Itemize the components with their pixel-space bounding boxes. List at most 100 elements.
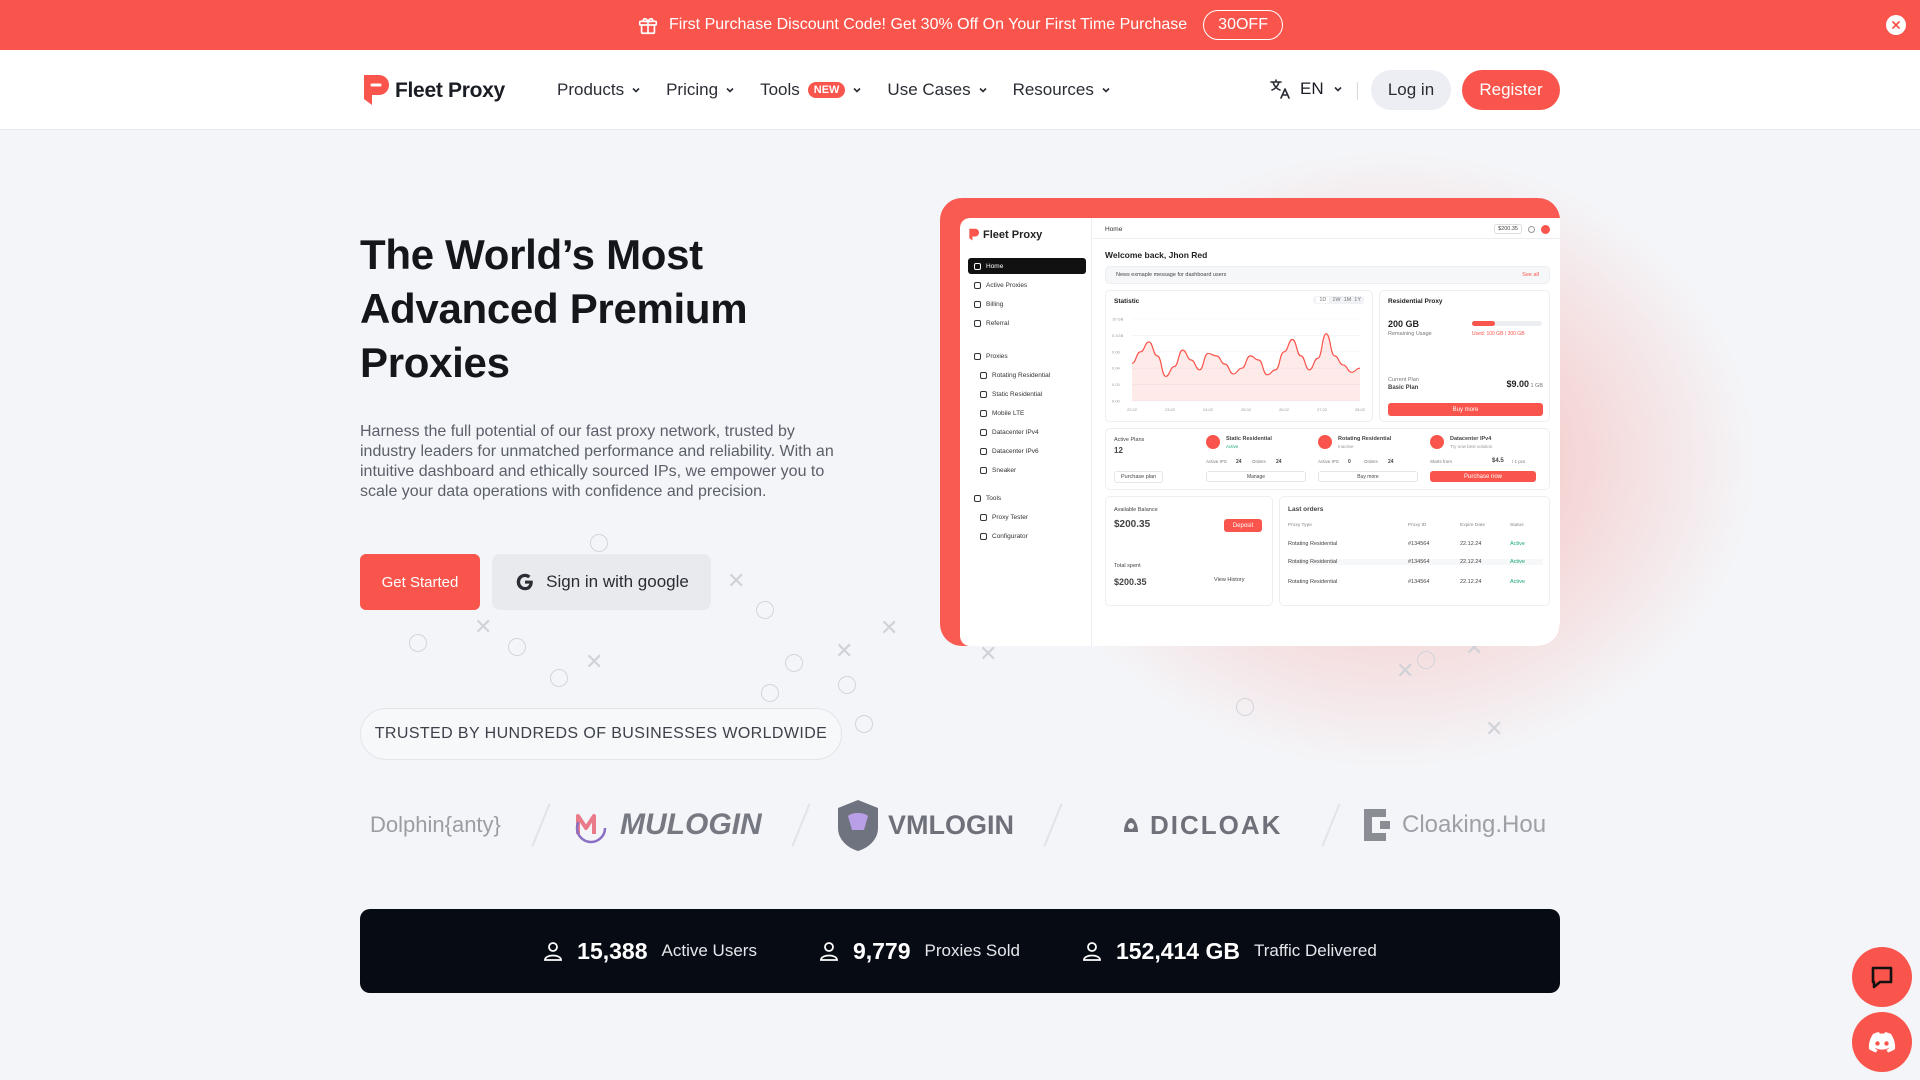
dash-nav-referral: Referral	[968, 315, 1086, 331]
dash-spent-value: $200.35	[1114, 577, 1147, 587]
dash-nav-home: Home	[968, 258, 1086, 274]
dash-nav-billing: Billing	[968, 296, 1086, 312]
language-selector[interactable]: EN	[1268, 77, 1344, 101]
nav-pricing-label: Pricing	[666, 80, 719, 99]
decor-cross: ✕	[979, 641, 998, 666]
partner-dicloak[interactable]: DICLOAK	[1120, 790, 1282, 860]
dash-nav-label: Datacenter IPv6	[992, 447, 1039, 455]
order-status: Active	[1510, 579, 1525, 585]
stat-label: Proxies Sold	[924, 941, 1020, 960]
chart-y-tick: 0.00	[1112, 399, 1121, 404]
chart-x-tick: 27.02	[1317, 407, 1328, 412]
decor-ring	[409, 634, 427, 652]
dash-nav-sneaker: Sneaker	[974, 462, 1092, 478]
partner-dolphin[interactable]: Dolphin{anty}	[370, 790, 501, 860]
dash-nav-label: Billing	[986, 300, 1004, 308]
dash-history-button: View History	[1214, 577, 1245, 583]
dash-nav-dc-ipv4: Datacenter IPv4	[974, 424, 1092, 440]
product-icon	[1318, 435, 1332, 449]
nav-pricing[interactable]: Pricing	[666, 80, 736, 100]
login-button[interactable]: Log in	[1371, 70, 1451, 110]
orders-col-header: Status	[1510, 523, 1524, 528]
stat-value: 9,779	[852, 937, 911, 964]
google-signin-button[interactable]: Sign in with google	[492, 554, 711, 610]
chart-x-tick: 24.02	[1203, 407, 1214, 412]
dash-nav-label: Mobile LTE	[992, 409, 1025, 417]
decor-cross: ✕	[835, 638, 854, 663]
dash-usage-chart: 10 GB 0.1GB 0.06 0.04 0.03 0.00 22.02 23.02 24.0…	[1112, 317, 1366, 413]
dashboard-brand: Fleet Proxy	[983, 229, 1043, 241]
chevron-down-icon	[726, 87, 734, 93]
dash-active-plans-count: 12	[1114, 446, 1123, 455]
usage-progress	[1472, 321, 1542, 326]
dash-orders-title: Last orders	[1288, 506, 1324, 513]
dash-nav-tools: Tools	[968, 490, 1086, 506]
decor-ring	[1236, 698, 1254, 716]
dash-see-all: See all	[1522, 272, 1539, 278]
chart-y-tick: 10 GB	[1112, 317, 1124, 322]
hero-description: Harness the full potential of our fast p…	[360, 423, 834, 500]
dash-active-plans-label: Active Plans	[1114, 437, 1145, 443]
stat-traffic-delivered: 152,414 GB Traffic Delivered	[1082, 938, 1377, 965]
nav-tools-label: Tools	[760, 80, 800, 99]
product-status: Active	[1226, 444, 1239, 449]
nav-tools[interactable]: Tools NEW	[760, 80, 863, 100]
chart-y-tick: 0.06	[1112, 349, 1121, 354]
dash-product-static: Static Residential Active Active IPS 24 …	[1206, 433, 1316, 487]
table-row: Rotating Residential #134564 22.12.24 Ac…	[1288, 541, 1543, 547]
get-started-button[interactable]: Get Started	[360, 554, 480, 610]
order-date: 22.12.24	[1460, 559, 1482, 565]
decor-ring	[838, 676, 856, 694]
logo-separator	[1043, 803, 1063, 847]
partner-cloaking-house[interactable]: Cloaking.Hou	[1360, 790, 1560, 860]
promo-code[interactable]: 30OFF	[1203, 10, 1283, 40]
language-label: EN	[1300, 79, 1324, 98]
dash-statistic-title: Statistic	[1114, 298, 1140, 305]
product-price-unit: / 1 pcs	[1512, 459, 1526, 464]
nav-use-cases[interactable]: Use Cases	[887, 80, 988, 100]
dash-nav-static: Static Residential	[974, 386, 1092, 402]
dash-plan-label: Current Plan	[1388, 377, 1419, 383]
stat-value: 152,414 GB	[1115, 937, 1240, 964]
dash-residential-amount: 200 GB	[1388, 319, 1420, 329]
orders-col-header: Proxy ID	[1408, 523, 1427, 528]
partner-mulogin[interactable]: MULOGIN	[570, 790, 762, 860]
dash-nav-label: Active Proxies	[986, 281, 1028, 289]
order-status: Active	[1510, 541, 1525, 547]
bell-icon	[1528, 225, 1535, 233]
dash-welcome: Welcome back, Jhon Red	[1105, 250, 1208, 260]
chat-button[interactable]	[1852, 947, 1912, 1007]
main-nav: Products Pricing Tools NEW Use Cases Res…	[557, 50, 1112, 130]
dash-nav-dc-ipv6: Datacenter IPv6	[974, 443, 1092, 459]
chevron-down-icon	[1102, 87, 1110, 93]
dash-balance-value: $200.35	[1114, 519, 1151, 530]
phone-icon	[980, 409, 987, 417]
google-signin-label: Sign in with google	[546, 572, 689, 591]
brand-logo[interactable]: Fleet Proxy	[361, 73, 505, 109]
dash-nav-active-proxies: Active Proxies	[968, 277, 1086, 293]
partner-vmlogin[interactable]: VMLOGIN	[836, 790, 1014, 860]
product-price-label: Starts from	[1430, 459, 1453, 464]
google-icon	[516, 573, 533, 591]
register-button[interactable]: Register	[1462, 70, 1560, 110]
product-orders: 24	[1276, 459, 1282, 465]
proxy-icon	[974, 281, 981, 289]
dash-nav-label: Rotating Residential	[992, 371, 1051, 379]
stat-label: Traffic Delivered	[1253, 941, 1377, 960]
dashboard-screen: Fleet Proxy Home Active Proxies Billing …	[960, 218, 1560, 646]
dash-nav-proxies: Proxies	[968, 348, 1086, 364]
dash-product-rotating: Rotating Residential Inactive Active IPS…	[1318, 433, 1428, 487]
logo-separator	[1321, 803, 1341, 847]
close-icon[interactable]	[1886, 15, 1906, 35]
product-ips: 0	[1348, 459, 1351, 465]
server-icon	[980, 428, 987, 436]
order-id: #134564	[1408, 559, 1430, 565]
nav-resources[interactable]: Resources	[1013, 80, 1112, 100]
discord-button[interactable]	[1852, 1012, 1912, 1072]
nav-products[interactable]: Products	[557, 80, 642, 100]
dash-residential-card: Residential Proxy 200 GB Remaining Usage…	[1379, 290, 1550, 422]
chart-x-tick: 26.02	[1279, 407, 1290, 412]
partner-vmlogin-label: VMLOGIN	[888, 809, 1014, 840]
dash-price-unit: / 1 GB	[1527, 383, 1543, 389]
referral-icon	[974, 319, 981, 327]
